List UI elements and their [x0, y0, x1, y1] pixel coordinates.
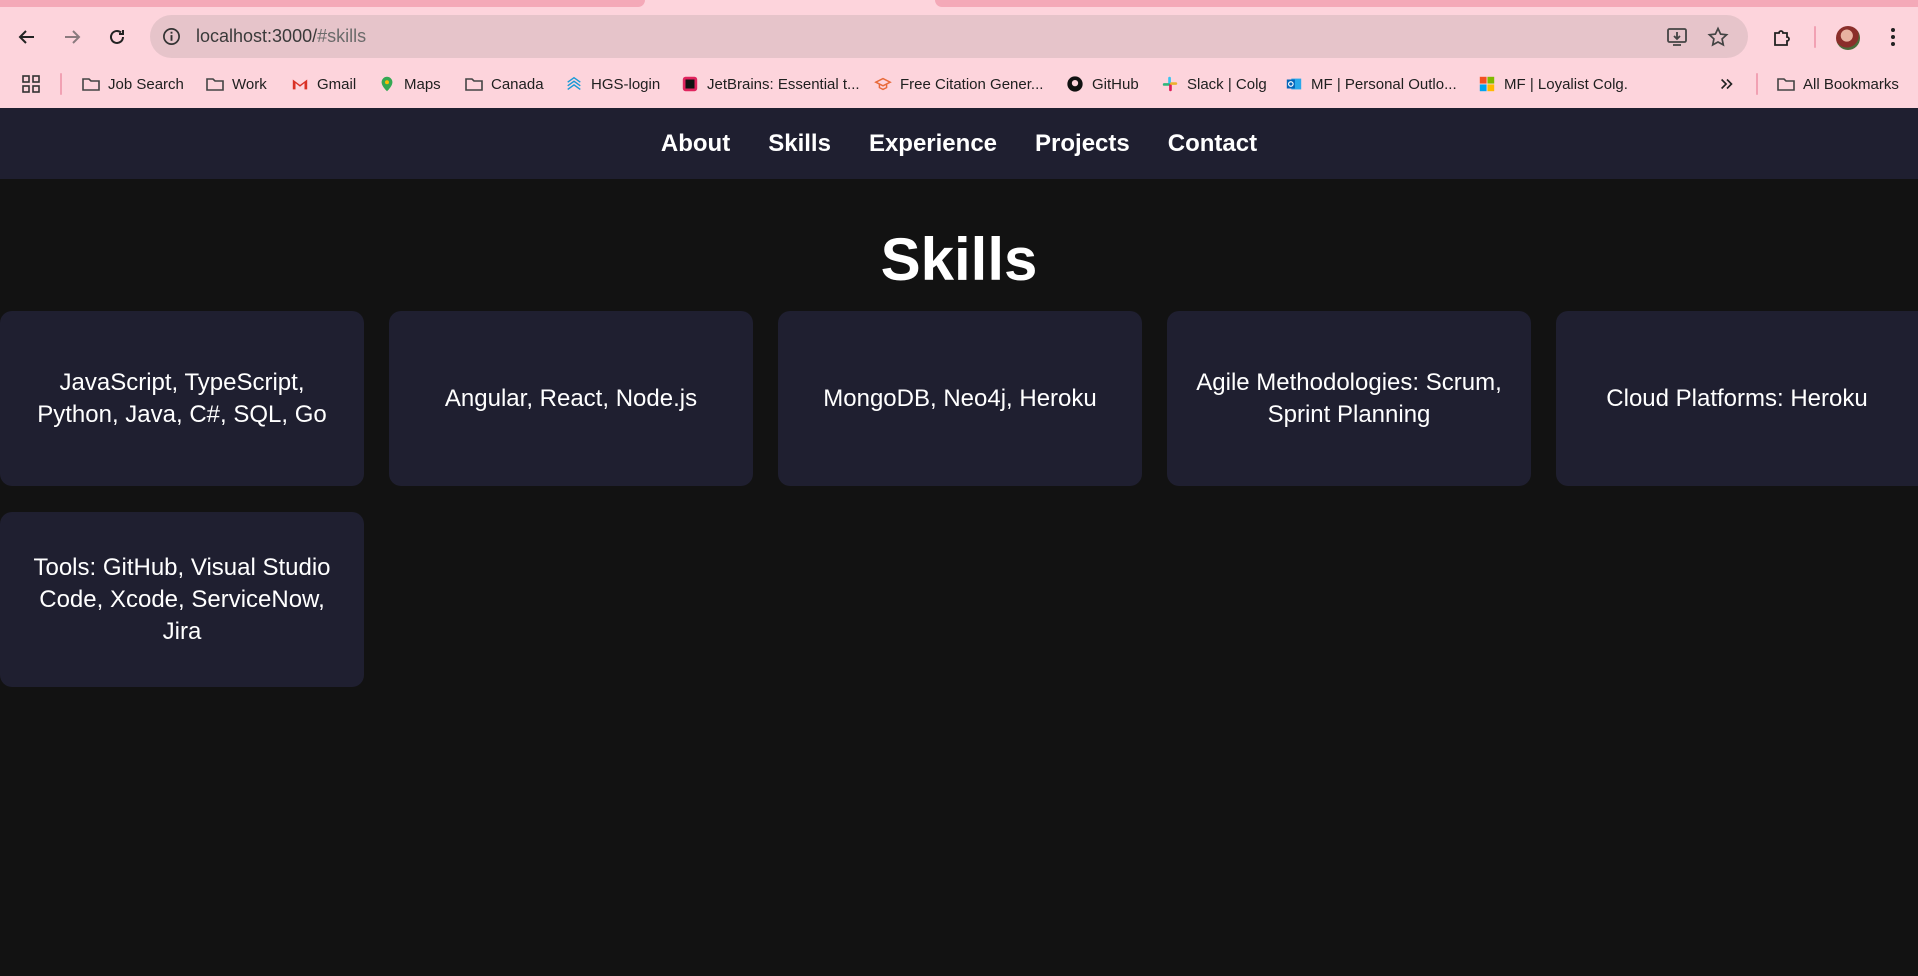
apps-button[interactable] — [21, 72, 41, 96]
bookmark-label: GitHub — [1092, 75, 1139, 93]
skill-card-text: Tools: GitHub, Visual Studio Code, Xcode… — [33, 553, 331, 645]
bookmark-label: Slack | Colg — [1187, 75, 1267, 93]
folder-icon — [464, 74, 484, 94]
section-title: Skills — [880, 226, 1038, 293]
url-text[interactable]: localhost:3000/#skills — [196, 26, 366, 47]
nav-experience[interactable]: Experience — [869, 130, 997, 158]
profile-avatar[interactable] — [1836, 26, 1860, 50]
reload-icon — [110, 29, 124, 44]
bookmark-label: MF | Loyalist Colg. — [1504, 75, 1628, 93]
bookmark-jetbrains[interactable]: JetBrains: Essential t... — [680, 72, 860, 96]
skill-card: Agile Methodologies: Scrum, Sprint Plann… — [1167, 311, 1531, 486]
bookmark-star-icon[interactable] — [1707, 26, 1729, 48]
puzzle-icon — [1774, 30, 1790, 46]
jetbrains-icon — [680, 74, 700, 94]
all-bookmarks-label: All Bookmarks — [1803, 75, 1899, 93]
bookmark-label: Maps — [404, 75, 441, 93]
gmail-icon — [290, 74, 310, 94]
toolbar-divider — [1814, 26, 1816, 48]
bookmarks-divider — [1756, 73, 1758, 95]
bookmarks-bar: Job Search Work Gmail Maps Canada HGS-lo… — [0, 68, 1918, 100]
nav-projects[interactable]: Projects — [1035, 130, 1130, 158]
maps-icon — [377, 74, 397, 94]
folder-icon — [1776, 74, 1796, 94]
bookmark-label: Job Search — [108, 75, 184, 93]
skill-card-text: Cloud Platforms: Heroku — [1606, 384, 1868, 412]
folder-icon — [205, 74, 225, 94]
arrow-left-icon — [18, 30, 34, 44]
arrow-right-icon — [65, 30, 81, 44]
bookmark-github[interactable]: GitHub — [1065, 72, 1139, 96]
extensions-button[interactable] — [1766, 21, 1798, 53]
bookmark-work[interactable]: Work — [205, 72, 267, 96]
hgs-icon — [564, 74, 584, 94]
skill-card-text: Agile Methodologies: Scrum, Sprint Plann… — [1196, 368, 1502, 428]
bookmark-gmail[interactable]: Gmail — [290, 72, 356, 96]
bookmarks-divider — [60, 73, 62, 95]
skill-card: JavaScript, TypeScript, Python, Java, C#… — [0, 311, 364, 486]
bookmark-outlook[interactable]: MF | Personal Outlo... — [1284, 72, 1457, 96]
bookmark-label: Gmail — [317, 75, 357, 93]
site-nav: About Skills Experience Projects Contact — [0, 108, 1918, 179]
reload-button[interactable] — [101, 21, 133, 53]
bookmark-slack[interactable]: Slack | Colg — [1160, 72, 1267, 96]
citation-icon — [873, 74, 893, 94]
tab-strip — [0, 0, 645, 7]
skill-card: Tools: GitHub, Visual Studio Code, Xcode… — [0, 512, 364, 687]
chevron-double-right-icon — [1721, 78, 1733, 90]
outlook-icon — [1284, 74, 1304, 94]
nav-skills[interactable]: Skills — [768, 130, 831, 158]
skill-card: MongoDB, Neo4j, Heroku — [778, 311, 1142, 486]
folder-icon — [81, 74, 101, 94]
tab-strip — [935, 0, 1918, 7]
nav-contact[interactable]: Contact — [1168, 130, 1257, 158]
bookmark-label: Free Citation Gener... — [900, 75, 1044, 93]
github-icon — [1065, 74, 1085, 94]
bookmark-maps[interactable]: Maps — [377, 72, 441, 96]
bookmark-canada[interactable]: Canada — [464, 72, 544, 96]
install-app-icon[interactable] — [1666, 26, 1688, 48]
skill-card-text: Angular, React, Node.js — [444, 384, 698, 412]
bookmark-label: MF | Personal Outlo... — [1311, 75, 1457, 93]
address-bar[interactable]: localhost:3000/#skills — [150, 15, 1748, 58]
microsoft-icon — [1477, 74, 1497, 94]
skill-card-text: JavaScript, TypeScript, Python, Java, C#… — [37, 368, 327, 428]
bookmark-job-search[interactable]: Job Search — [81, 72, 184, 96]
skill-card: Angular, React, Node.js — [389, 311, 753, 486]
site-info-icon[interactable] — [162, 27, 181, 46]
bookmark-label: JetBrains: Essential t... — [707, 75, 860, 93]
slack-icon — [1160, 74, 1180, 94]
more-bookmarks-button[interactable] — [1718, 72, 1736, 96]
back-button[interactable] — [11, 21, 43, 53]
all-bookmarks-button[interactable]: All Bookmarks — [1776, 72, 1899, 96]
bookmark-free-citation[interactable]: Free Citation Gener... — [873, 72, 1043, 96]
bookmark-label: HGS-login — [591, 75, 661, 93]
nav-about[interactable]: About — [661, 130, 730, 158]
skill-card: Cloud Platforms: Heroku — [1556, 311, 1918, 486]
browser-chrome: localhost:3000/#skills Job Search Work G… — [0, 0, 1918, 108]
skill-card-text: MongoDB, Neo4j, Heroku — [823, 384, 1097, 412]
kebab-menu-icon — [1891, 28, 1895, 46]
bookmark-hgs-login[interactable]: HGS-login — [564, 72, 660, 96]
bookmark-label: Canada — [491, 75, 544, 93]
bookmark-label: Work — [232, 75, 267, 93]
bookmark-microsoft[interactable]: MF | Loyalist Colg. — [1477, 72, 1628, 96]
apps-grid-icon — [22, 75, 40, 93]
forward-button[interactable] — [56, 21, 88, 53]
menu-button[interactable] — [1877, 21, 1909, 53]
